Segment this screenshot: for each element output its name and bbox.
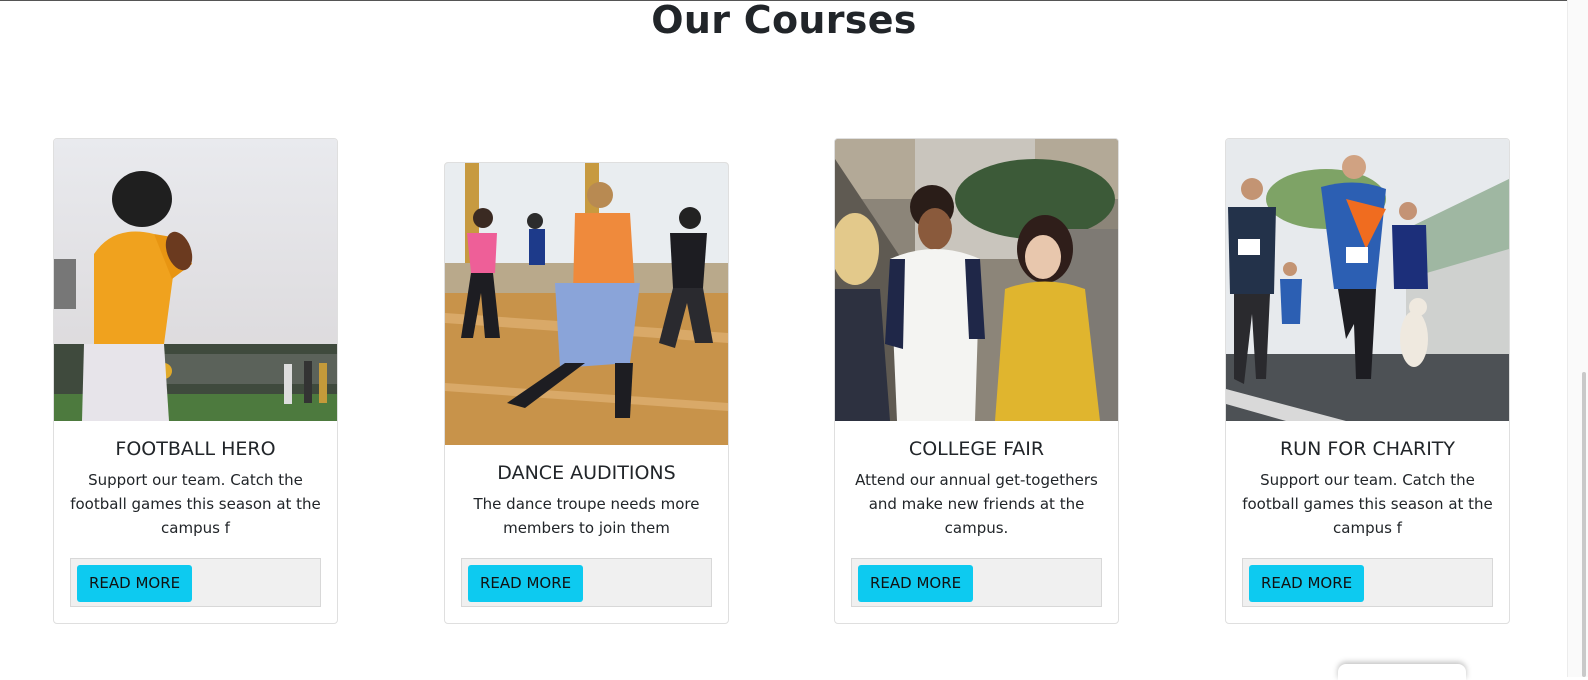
dance-class-photo — [445, 163, 728, 445]
card-text: The dance troupe needs more members to j… — [473, 495, 700, 537]
card-footer: READ MORE — [851, 558, 1102, 607]
read-more-button[interactable]: READ MORE — [1249, 565, 1365, 602]
charity-run-photo — [1226, 139, 1509, 421]
card-title: FOOTBALL HERO — [115, 438, 276, 460]
scrollbar-thumb[interactable] — [1582, 372, 1586, 677]
card-footer: READ MORE — [461, 558, 712, 607]
read-more-button[interactable]: READ MORE — [858, 565, 974, 602]
card-title: COLLEGE FAIR — [908, 438, 1045, 460]
floating-widget-edge[interactable] — [1338, 664, 1466, 680]
read-more-button[interactable]: READ MORE — [468, 565, 584, 602]
course-card-charity-run: RUN FOR CHARITY Support our team. Catch … — [1225, 138, 1510, 624]
course-card-dance: DANCE AUDITIONS The dance troupe needs m… — [444, 162, 729, 624]
vertical-scrollbar[interactable] — [1567, 0, 1588, 677]
page-title: Our Courses — [651, 0, 917, 42]
card-footer: READ MORE — [70, 558, 321, 607]
course-card-football: FOOTBALL HERO Support our team. Catch th… — [53, 138, 338, 624]
card-title: DANCE AUDITIONS — [497, 462, 676, 484]
card-title: RUN FOR CHARITY — [1279, 438, 1456, 460]
card-text: Support our team. Catch the football gam… — [1242, 471, 1493, 537]
card-footer: READ MORE — [1242, 558, 1493, 607]
football-player-photo — [54, 139, 337, 421]
card-text: Attend our annual get-togethers and make… — [855, 471, 1098, 537]
read-more-button[interactable]: READ MORE — [77, 565, 193, 602]
card-text: Support our team. Catch the football gam… — [70, 471, 321, 537]
course-card-college-fair: COLLEGE FAIR Attend our annual get-toget… — [834, 138, 1119, 624]
students-talking-photo — [835, 139, 1118, 421]
